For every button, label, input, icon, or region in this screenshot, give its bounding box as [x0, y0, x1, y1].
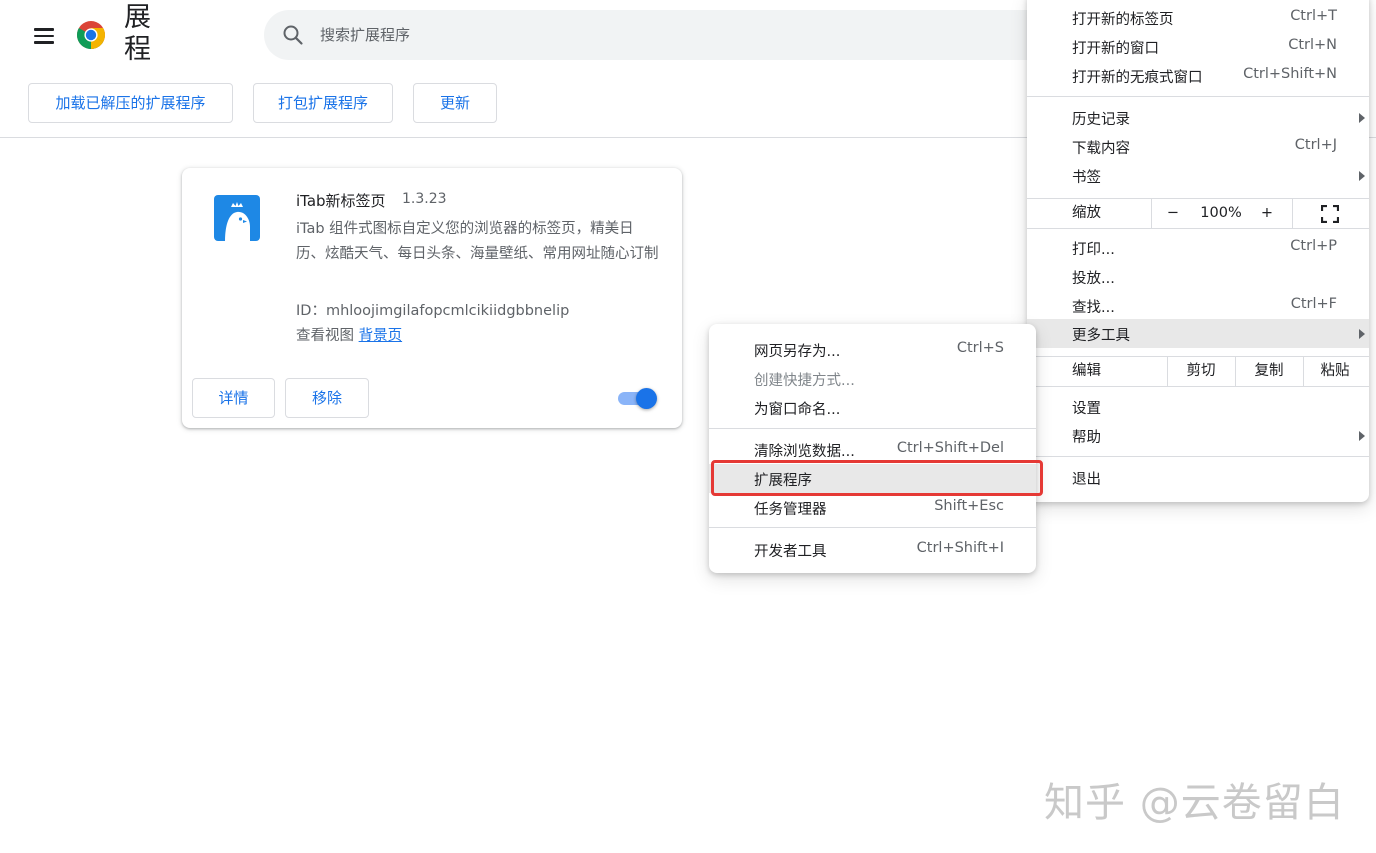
menu-label: 网页另存为... [754, 344, 841, 360]
menu-shortcut: Ctrl+S [956, 340, 1004, 356]
menu-item-dev-tools[interactable]: 开发者工具 Ctrl+Shift+I [709, 535, 1036, 564]
search-icon [283, 25, 303, 45]
menu-item-bookmarks[interactable]: 书签 [1027, 161, 1369, 190]
menu-label: 开发者工具 [754, 544, 827, 560]
menu-label: 打开新的标签页 [1072, 12, 1174, 28]
chrome-logo-icon [77, 21, 105, 49]
pack-extension-button[interactable]: 打包扩展程序 [253, 83, 393, 123]
enable-toggle[interactable] [618, 388, 658, 409]
menu-item-create-shortcut[interactable]: 创建快捷方式... [709, 364, 1036, 393]
submenu-arrow-icon [1359, 329, 1365, 339]
remove-button[interactable]: 移除 [285, 378, 369, 418]
zoom-divider [1151, 199, 1152, 228]
menu-item-help[interactable]: 帮助 [1027, 421, 1369, 450]
page-title: 展程 [124, 2, 151, 65]
menu-item-new-window[interactable]: 打开新的窗口 Ctrl+N [1027, 32, 1369, 61]
menu-label: 打开新的无痕式窗口 [1072, 70, 1203, 86]
views-label: 查看视图 [296, 328, 354, 344]
zoom-divider [1292, 199, 1293, 228]
background-page-link[interactable]: 背景页 [359, 328, 403, 344]
menu-separator [709, 428, 1036, 429]
toggle-knob [636, 388, 657, 409]
extension-id: ID：mhloojimgilafopcmlcikiidgbbnelip [296, 303, 570, 319]
menu-item-incognito[interactable]: 打开新的无痕式窗口 Ctrl+Shift+N [1027, 61, 1369, 90]
menu-shortcut: Ctrl+J [1294, 137, 1337, 153]
zoom-out-button[interactable]: − [1163, 199, 1183, 228]
menu-shortcut: Ctrl+F [1290, 296, 1337, 312]
menu-item-print[interactable]: 打印... Ctrl+P [1027, 233, 1369, 262]
menu-separator [1027, 228, 1369, 229]
menu-label: 清除浏览数据... [754, 444, 855, 460]
menu-label: 历史记录 [1072, 112, 1130, 128]
cut-button[interactable]: 剪切 [1168, 357, 1234, 386]
menu-shortcut: Ctrl+P [1290, 238, 1337, 254]
zhihu-watermark: 知乎 @云卷留白 [1044, 780, 1345, 826]
update-button[interactable]: 更新 [413, 83, 497, 123]
paste-button[interactable]: 粘贴 [1304, 357, 1366, 386]
more-tools-submenu: 网页另存为... Ctrl+S 创建快捷方式... 为窗口命名... 清除浏览数… [709, 324, 1043, 573]
menu-label: 设置 [1072, 401, 1101, 417]
zoom-in-button[interactable]: + [1257, 199, 1277, 228]
menu-label: 更多工具 [1072, 328, 1130, 344]
copy-button[interactable]: 复制 [1236, 357, 1302, 386]
fullscreen-icon[interactable] [1321, 205, 1339, 223]
menu-label: 书签 [1072, 170, 1101, 186]
zoom-label: 缩放 [1072, 205, 1101, 221]
menu-shortcut: Shift+Esc [934, 498, 1004, 514]
menu-separator [1027, 96, 1369, 97]
submenu-arrow-icon [1359, 431, 1365, 441]
menu-shortcut: Ctrl+Shift+I [916, 540, 1004, 556]
menu-item-downloads[interactable]: 下载内容 Ctrl+J [1027, 132, 1369, 161]
menu-item-exit[interactable]: 退出 [1027, 463, 1369, 492]
menu-label: 退出 [1072, 472, 1101, 488]
menu-item-new-tab[interactable]: 打开新的标签页 Ctrl+T [1027, 3, 1369, 32]
load-unpacked-button[interactable]: 加载已解压的扩展程序 [28, 83, 233, 123]
extension-views: 查看视图 背景页 [296, 324, 402, 345]
hamburger-menu-icon[interactable] [30, 22, 58, 50]
menu-label: 创建快捷方式... [754, 373, 855, 389]
menu-label: 投放... [1072, 271, 1115, 287]
red-highlight-box [711, 460, 1043, 496]
menu-item-more-tools[interactable]: 更多工具 [1027, 319, 1369, 348]
menu-label: 打印... [1072, 242, 1115, 258]
menu-label: 帮助 [1072, 430, 1101, 446]
menu-shortcut: Ctrl+Shift+N [1243, 66, 1337, 82]
menu-item-task-manager[interactable]: 任务管理器 Shift+Esc [709, 493, 1036, 522]
chrome-main-menu: 打开新的标签页 Ctrl+T 打开新的窗口 Ctrl+N 打开新的无痕式窗口 C… [1027, 0, 1369, 502]
search-input[interactable] [320, 10, 920, 60]
menu-label: 打开新的窗口 [1072, 41, 1159, 57]
edit-label: 编辑 [1072, 363, 1101, 379]
menu-separator [1027, 456, 1369, 457]
menu-item-settings[interactable]: 设置 [1027, 392, 1369, 421]
menu-item-save-page[interactable]: 网页另存为... Ctrl+S [709, 335, 1036, 364]
edit-row: 编辑 剪切 复制 粘贴 [1027, 357, 1369, 386]
menu-item-history[interactable]: 历史记录 [1027, 103, 1369, 132]
extension-card: iTab新标签页 1.3.23 iTab 组件式图标自定义您的浏览器的标签页，精… [182, 168, 682, 428]
zoom-row: 缩放 − 100% + [1027, 199, 1369, 228]
menu-label: 查找... [1072, 300, 1115, 316]
menu-label: 下载内容 [1072, 141, 1130, 157]
extension-version: 1.3.23 [402, 191, 447, 207]
menu-item-name-window[interactable]: 为窗口命名... [709, 393, 1036, 422]
menu-separator [1027, 386, 1369, 387]
zoom-level: 100% [1200, 205, 1242, 221]
extension-name: iTab新标签页 [296, 192, 386, 210]
itab-bird-icon [214, 195, 260, 241]
submenu-arrow-icon [1359, 171, 1365, 181]
menu-label: 为窗口命名... [754, 402, 841, 418]
menu-shortcut: Ctrl+T [1290, 8, 1337, 24]
menu-item-cast[interactable]: 投放... [1027, 262, 1369, 291]
menu-label: 任务管理器 [754, 502, 827, 518]
submenu-arrow-icon [1359, 113, 1365, 123]
menu-item-find[interactable]: 查找... Ctrl+F [1027, 291, 1369, 320]
menu-separator [709, 527, 1036, 528]
details-button[interactable]: 详情 [192, 378, 275, 418]
menu-shortcut: Ctrl+N [1288, 37, 1337, 53]
menu-shortcut: Ctrl+Shift+Del [896, 440, 1004, 456]
extension-description: iTab 组件式图标自定义您的浏览器的标签页，精美日历、炫酷天气、每日头条、海量… [296, 221, 659, 262]
